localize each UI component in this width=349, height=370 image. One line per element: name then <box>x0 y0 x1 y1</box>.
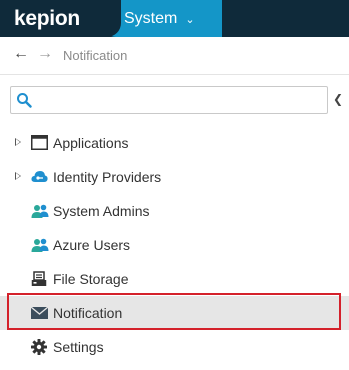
tree-item-label: System Admins <box>53 203 150 219</box>
breadcrumb: Notification <box>63 48 128 63</box>
server-icon <box>31 271 47 287</box>
cloud-key-icon <box>31 169 48 185</box>
tree-item-file-storage[interactable]: File Storage <box>0 262 349 296</box>
tree-item-label: Applications <box>53 135 129 151</box>
back-arrow-icon[interactable]: ← <box>13 45 29 63</box>
system-tab-label: System <box>124 10 178 27</box>
search-icon <box>16 92 32 113</box>
users-icon <box>31 237 49 253</box>
tree-item-applications[interactable]: Applications <box>0 126 349 160</box>
users-icon <box>31 203 49 219</box>
tree-item-identity-providers[interactable]: Identity Providers <box>0 160 349 194</box>
tree-item-system-admins[interactable]: System Admins <box>0 194 349 228</box>
tree-item-label: Azure Users <box>53 237 131 253</box>
search-box[interactable] <box>10 86 328 114</box>
window-icon <box>31 135 48 151</box>
search-input[interactable] <box>39 90 323 112</box>
tree-item-label: Settings <box>53 339 104 355</box>
gear-icon <box>31 339 47 355</box>
collapse-panel-icon[interactable]: ❮ <box>333 92 343 106</box>
tree-item-label: File Storage <box>53 271 129 287</box>
top-bar: kepion System ⌄ <box>0 0 349 37</box>
tree-item-notification[interactable]: Notification <box>0 296 349 330</box>
forward-arrow-icon[interactable]: → <box>37 45 53 63</box>
chevron-down-icon: ⌄ <box>185 14 195 26</box>
navigation-row: ← → Notification <box>0 37 349 75</box>
tree-item-azure-users[interactable]: Azure Users <box>0 228 349 262</box>
tree-item-label: Notification <box>53 305 123 321</box>
tree-item-label: Identity Providers <box>53 169 162 185</box>
tree-item-settings[interactable]: Settings <box>0 330 349 364</box>
kepion-logo[interactable]: kepion <box>0 0 121 37</box>
expand-triangle-icon[interactable] <box>15 172 21 180</box>
system-menu-button[interactable]: System ⌄ <box>104 0 222 37</box>
envelope-icon <box>30 305 49 321</box>
expand-triangle-icon[interactable] <box>15 138 21 146</box>
